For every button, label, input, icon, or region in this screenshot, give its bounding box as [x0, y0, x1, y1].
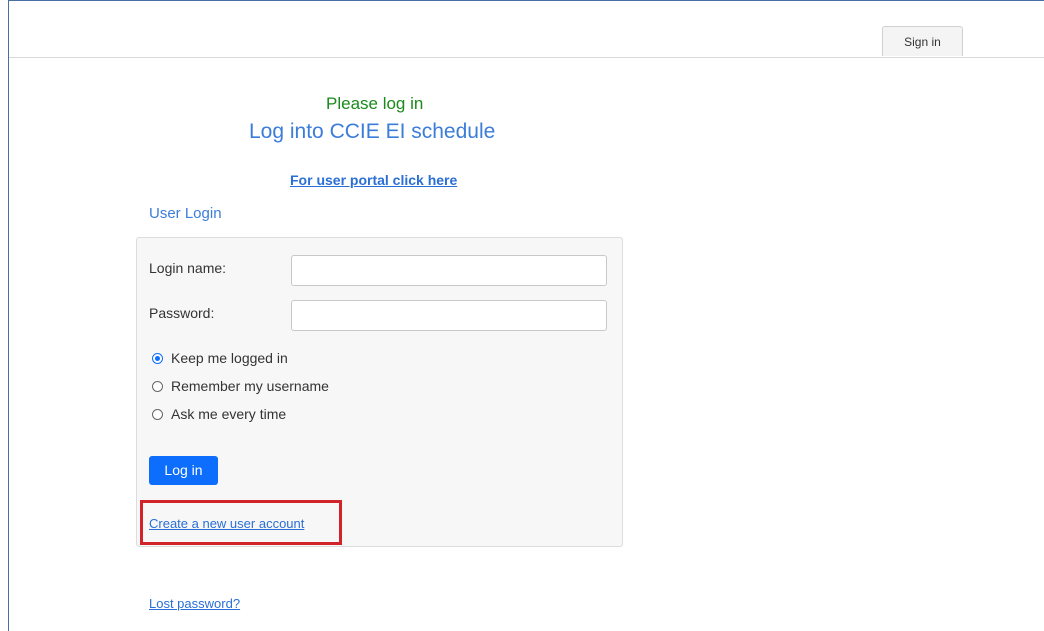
- radio-label: Keep me logged in: [171, 350, 288, 366]
- password-input[interactable]: [291, 300, 607, 331]
- lost-password-link[interactable]: Lost password?: [149, 596, 240, 611]
- user-portal-link[interactable]: For user portal click here: [290, 172, 457, 188]
- password-label: Password:: [149, 305, 215, 321]
- radio-label: Ask me every time: [171, 406, 287, 422]
- create-account-link[interactable]: Create a new user account: [149, 516, 304, 531]
- radio-ask-every-time[interactable]: Ask me every time: [152, 406, 286, 422]
- sign-in-button[interactable]: Sign in: [882, 26, 963, 56]
- user-login-label: User Login: [149, 205, 222, 222]
- radio-unchecked-icon[interactable]: [152, 380, 163, 392]
- radio-remember-username[interactable]: Remember my username: [152, 378, 329, 394]
- login-button[interactable]: Log in: [149, 456, 218, 485]
- login-name-input[interactable]: [291, 255, 607, 286]
- radio-keep-logged-in[interactable]: Keep me logged in: [152, 350, 288, 366]
- radio-unchecked-icon[interactable]: [152, 408, 163, 420]
- page-title: Log into CCIE EI schedule: [249, 120, 496, 143]
- please-login-heading: Please log in: [326, 94, 424, 113]
- login-name-label: Login name:: [149, 260, 227, 276]
- radio-label: Remember my username: [171, 378, 329, 394]
- radio-checked-icon[interactable]: [152, 352, 163, 364]
